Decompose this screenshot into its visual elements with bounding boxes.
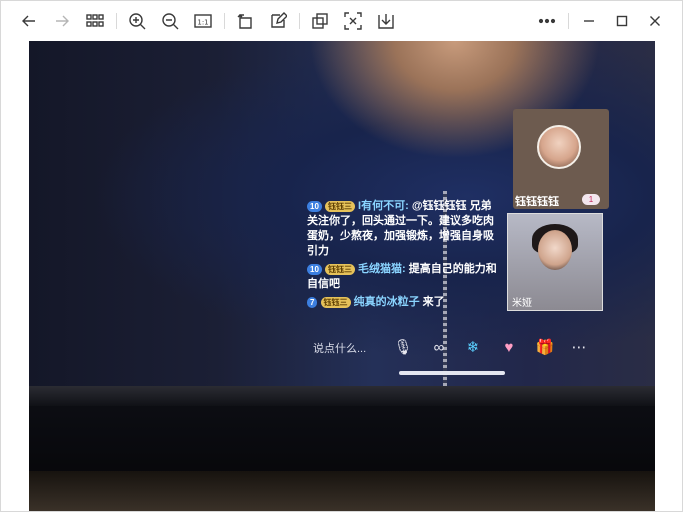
microphone-icon: 🎙 <box>393 339 413 356</box>
toolbar: 1:1 <box>1 1 682 41</box>
fan-badge: 钰钰三 <box>324 263 355 275</box>
close-icon <box>650 16 660 26</box>
chat-message: 10 钰钰三 I有何不可: @钰钰钰钰 兄弟关注你了，回头通过一下。建议多吃肉蛋… <box>307 199 497 259</box>
back-button[interactable] <box>17 9 41 33</box>
close-button[interactable] <box>643 9 667 33</box>
snowflake-icon: ❄ <box>466 339 480 356</box>
forward-button[interactable] <box>50 9 74 33</box>
actual-size-label: 1:1 <box>197 19 208 27</box>
zoom-in-icon <box>129 13 146 30</box>
fan-badge: 钰钰三 <box>324 200 355 212</box>
image-canvas[interactable]: 钰钰钰钰 1 米娅 10 钰钰三 I有何不可: @钰钰钰钰 兄弟关注你了，回头通… <box>29 41 655 511</box>
minimize-button[interactable] <box>577 9 601 33</box>
chat-message: 10 钰钰三 毛绒猫猫: 提高自己的能力和自信吧 <box>307 262 497 292</box>
zoom-in-button[interactable] <box>125 9 149 33</box>
maximize-icon <box>616 15 628 27</box>
copy-icon <box>312 13 328 29</box>
level-badge: 10 <box>307 200 322 212</box>
zoom-out-button[interactable] <box>158 9 182 33</box>
guest-face <box>538 230 572 270</box>
image-viewer-window: 1:1 钰钰钰钰 1 米娅 10 钰钰三 I有何不可: @钰钰钰钰 兄弟关注你了… <box>0 0 683 512</box>
actual-size-button[interactable]: 1:1 <box>191 9 215 33</box>
save-button[interactable] <box>374 9 398 33</box>
link-icon: ∞ <box>433 338 445 356</box>
toolbar-divider <box>299 13 300 29</box>
grid-view-button[interactable] <box>83 9 107 33</box>
home-indicator <box>399 371 505 375</box>
text-extract-icon <box>344 12 362 30</box>
chat-input-bar: 说点什么... 🎙 ∞ ❄ ♥ 🎁 ⋯ <box>313 337 613 359</box>
chat-text: 来了 <box>422 296 445 308</box>
arrow-right-icon <box>56 15 69 27</box>
one-to-one-icon: 1:1 <box>194 14 212 28</box>
live-chat: 10 钰钰三 I有何不可: @钰钰钰钰 兄弟关注你了，回头通过一下。建议多吃肉蛋… <box>307 199 497 313</box>
rotate-button[interactable] <box>233 9 257 33</box>
extract-text-button[interactable] <box>341 9 365 33</box>
toolbar-divider <box>568 13 569 29</box>
guest-cam-2-name: 米娅 <box>512 298 532 309</box>
heart-icon: ♥ <box>504 338 514 356</box>
edit-button[interactable] <box>266 9 290 33</box>
minimize-icon <box>584 20 594 22</box>
copy-button[interactable] <box>308 9 332 33</box>
chat-username: 纯真的冰粒子 <box>353 296 420 308</box>
chat-username: I有何不可: <box>358 200 409 212</box>
toolbar-divider <box>224 13 225 29</box>
more-icon <box>538 18 556 24</box>
download-icon <box>378 14 394 29</box>
more-button[interactable] <box>535 9 559 33</box>
fan-badge: 钰钰三 <box>320 296 351 308</box>
zoom-out-icon <box>162 13 179 30</box>
grid-icon <box>86 14 104 27</box>
level-badge: 7 <box>307 296 318 308</box>
guest-avatar <box>537 125 581 169</box>
guest-cam-1-badge: 1 <box>582 194 600 205</box>
level-badge: 10 <box>307 263 322 275</box>
monitor-bezel <box>29 386 655 406</box>
gift-icon: 🎁 <box>535 339 555 356</box>
desk-surface <box>29 471 655 511</box>
more-dots-icon: ⋯ <box>571 339 587 356</box>
edit-icon <box>271 12 287 28</box>
chat-username: 毛绒猫猫: <box>358 263 406 275</box>
chat-message: 7 钰钰三 纯真的冰粒子 来了 <box>307 295 497 310</box>
toolbar-divider <box>116 13 117 29</box>
maximize-button[interactable] <box>610 9 634 33</box>
chat-input-placeholder: 说点什么... <box>313 343 367 355</box>
arrow-left-icon <box>22 15 35 27</box>
rotate-icon <box>237 14 252 29</box>
guest-cam-2: 米娅 <box>507 213 603 311</box>
